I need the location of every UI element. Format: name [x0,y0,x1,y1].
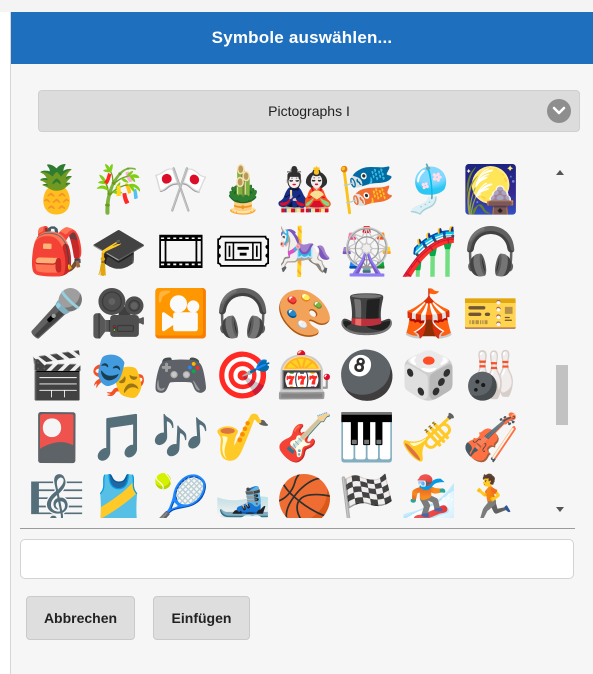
symbol-cell[interactable]: 🎳 [460,344,522,406]
symbol-grid: 🍍 🎋 🎌 🎍 🎎 🎏 🎐 🎑 🎒 🎓 🎞 🎟 🎠 🎡 🎢 🎧 🎤 🎥 🎦 🎧 🎨 🎩 🎪 🎫 🎬 🎭 🎮 🎯 🎰 🎱 🎲 🎳 🎴 🎵 🎶 🎷 🎸 🎹 🎺 🎻… [26,158,522,518]
symbol-cell[interactable]: 🎟 [212,220,274,282]
symbol-cell[interactable]: 🎻 [460,406,522,468]
symbol-cell[interactable]: 🎼 [26,468,88,518]
symbol-cell[interactable]: 🎨 [274,282,336,344]
insert-button[interactable]: Einfügen [153,596,250,640]
symbol-cell[interactable]: 🎽 [88,468,150,518]
category-select[interactable]: Pictographs I [38,90,580,132]
symbol-grid-scrollbar[interactable] [552,160,570,520]
symbol-cell[interactable]: 🏀 [274,468,336,518]
symbol-cell[interactable]: 🎵 [88,406,150,468]
symbol-cell[interactable]: 🍍 [26,158,88,220]
symbol-cell[interactable]: 🎫 [460,282,522,344]
symbol-cell[interactable]: 🎢 [398,220,460,282]
cancel-button[interactable]: Abbrechen [26,596,135,640]
scrollbar-thumb[interactable] [556,365,568,425]
symbol-cell[interactable]: 🎐 [398,158,460,220]
symbol-text-input[interactable] [20,539,574,579]
symbol-cell[interactable]: 🎸 [274,406,336,468]
symbol-cell[interactable]: 🎎 [274,158,336,220]
symbol-cell[interactable]: 🏂 [398,468,460,518]
symbol-cell[interactable]: 🎡 [336,220,398,282]
symbol-cell[interactable]: 🎩 [336,282,398,344]
symbol-cell[interactable]: 🎑 [460,158,522,220]
symbol-cell[interactable]: 🎌 [150,158,212,220]
symbol-cell[interactable]: 🎏 [336,158,398,220]
symbol-cell[interactable]: 🎧 [212,282,274,344]
symbol-cell[interactable]: 🎭 [88,344,150,406]
symbol-cell[interactable]: 🎴 [26,406,88,468]
symbol-cell[interactable]: 🎮 [150,344,212,406]
symbol-cell[interactable]: 🎷 [212,406,274,468]
symbol-cell[interactable]: 🎱 [336,344,398,406]
symbol-cell[interactable]: 🎹 [336,406,398,468]
symbol-cell[interactable]: 🎤 [26,282,88,344]
symbol-cell[interactable]: 🎿 [212,468,274,518]
chevron-down-icon[interactable] [547,99,571,123]
symbol-cell[interactable]: 🎶 [150,406,212,468]
symbol-cell[interactable]: 🎬 [26,344,88,406]
divider [20,528,575,529]
symbol-grid-viewport: 🍍 🎋 🎌 🎍 🎎 🎏 🎐 🎑 🎒 🎓 🎞 🎟 🎠 🎡 🎢 🎧 🎤 🎥 🎦 🎧 🎨 🎩 🎪 🎫 🎬 🎭 🎮 🎯 🎰 🎱 🎲 🎳 🎴 🎵 🎶 🎷 🎸 🎹 🎺 🎻… [20,158,575,518]
symbol-cell[interactable]: 🎯 [212,344,274,406]
symbol-cell[interactable]: 🏁 [336,468,398,518]
dialog-title: Symbole auswählen... [11,12,593,64]
symbol-cell[interactable]: 🎾 [150,468,212,518]
background-strip [0,0,593,12]
symbol-cell[interactable]: 🎠 [274,220,336,282]
symbol-cell[interactable]: 🎓 [88,220,150,282]
symbol-cell[interactable]: 🎥 [88,282,150,344]
symbol-cell[interactable]: 🎧 [460,220,522,282]
symbol-cell[interactable]: 🎒 [26,220,88,282]
scroll-down-arrow-icon[interactable] [556,507,564,512]
category-select-value: Pictographs I [268,103,350,119]
symbol-cell[interactable]: 🎍 [212,158,274,220]
symbol-cell[interactable]: 🎞 [150,220,212,282]
scroll-up-arrow-icon[interactable] [556,170,564,175]
symbol-cell[interactable]: 🎋 [88,158,150,220]
symbol-cell[interactable]: 🏃 [460,468,522,518]
symbol-cell[interactable]: 🎰 [274,344,336,406]
symbol-cell[interactable]: 🎪 [398,282,460,344]
symbol-cell[interactable]: 🎺 [398,406,460,468]
symbol-cell[interactable]: 🎲 [398,344,460,406]
symbol-cell[interactable]: 🎦 [150,282,212,344]
